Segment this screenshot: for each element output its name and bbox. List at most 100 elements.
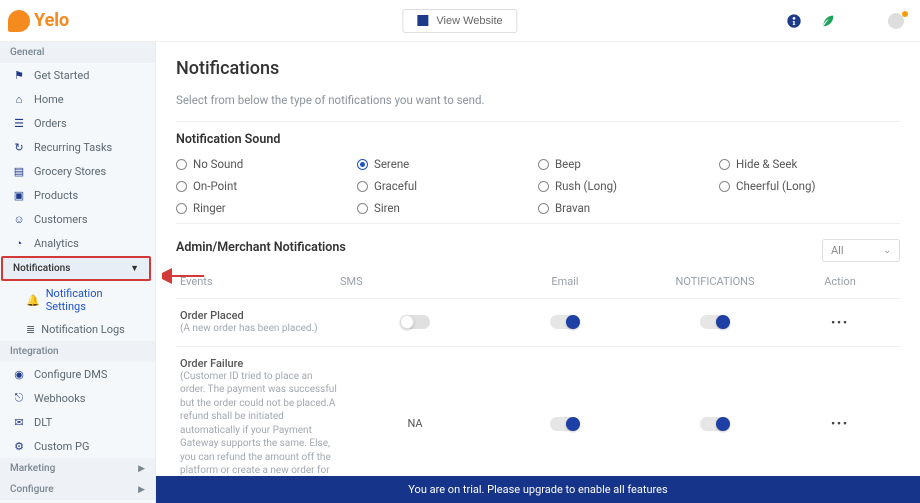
tour-icon[interactable] [786, 13, 802, 29]
radio-icon [357, 181, 368, 192]
sidebar-section-general: General [0, 42, 155, 63]
toggle[interactable] [400, 315, 430, 329]
sidebar-notifications-highlight: Notifications ▼ [1, 256, 151, 281]
brand: Yelo [8, 10, 69, 32]
event-title: Order Placed [180, 309, 340, 322]
notif-cell [640, 417, 790, 431]
webhooks-icon: ⎋ [12, 391, 26, 405]
sound-option[interactable]: Cheerful (Long) [719, 179, 900, 193]
sound-option[interactable]: No Sound [176, 157, 357, 171]
toggle[interactable] [700, 315, 730, 329]
logs-icon: ≣ [26, 323, 35, 336]
topbar-icons [786, 13, 904, 29]
flag-icon: ⚑ [12, 68, 26, 82]
sound-option-label: Siren [374, 201, 400, 215]
radio-icon [357, 159, 368, 170]
col-events: Events [180, 275, 340, 288]
sidebar-section-configure[interactable]: Configure ▶ [0, 479, 155, 500]
sound-option[interactable]: On-Point [176, 179, 357, 193]
radio-icon [538, 159, 549, 170]
notif-cell [640, 315, 790, 329]
email-cell [490, 417, 640, 431]
sound-option[interactable]: Beep [538, 157, 719, 171]
sidebar-sub-notification-settings[interactable]: 🔔 Notification Settings [0, 282, 155, 318]
radio-icon [719, 159, 730, 170]
sound-option-label: Graceful [374, 179, 417, 193]
event-cell: Order Placed(A new order has been placed… [180, 309, 340, 336]
action-menu-button[interactable]: ••• [790, 417, 890, 430]
sms-cell [340, 315, 490, 329]
sidebar-sub-notification-logs[interactable]: ≣ Notification Logs [0, 318, 155, 341]
email-cell [490, 315, 640, 329]
toggle[interactable] [700, 417, 730, 431]
sms-cell: NA [340, 417, 490, 430]
table-row: Order Placed(A new order has been placed… [176, 298, 900, 346]
sidebar-section-integration: Integration [0, 341, 155, 362]
dlt-icon: ✉ [12, 415, 26, 429]
sound-option-label: Bravan [555, 201, 590, 215]
sidebar-item-configure-dms[interactable]: ◉ Configure DMS [0, 362, 155, 386]
sidebar-item-recurring[interactable]: ↻ Recurring Tasks [0, 135, 155, 159]
sound-options: No Sound Serene Beep Hide & Seek On-Point Gra… [176, 157, 900, 215]
sound-option[interactable]: Serene [357, 157, 538, 171]
sidebar-item-dlt[interactable]: ✉ DLT [0, 410, 155, 434]
sound-option[interactable]: Hide & Seek [719, 157, 900, 171]
radio-icon [357, 203, 368, 214]
action-menu-button[interactable]: ••• [790, 316, 890, 329]
caret-right-icon: ▶ [138, 464, 145, 474]
toggle[interactable] [550, 315, 580, 329]
sound-option[interactable]: Graceful [357, 179, 538, 193]
website-icon [417, 15, 428, 26]
leaf-icon[interactable] [820, 13, 836, 29]
avatar-icon[interactable] [888, 13, 904, 29]
customers-icon: ☺ [12, 212, 26, 226]
trial-banner: You are on trial. Please upgrade to enab… [156, 476, 920, 503]
sidebar-item-notifications[interactable]: Notifications ▼ [3, 258, 149, 279]
filter-select[interactable]: All ⌄ [822, 239, 900, 262]
sound-option[interactable]: Ringer [176, 201, 357, 215]
sidebar-item-grocery[interactable]: ▤ Grocery Stores [0, 159, 155, 183]
apps-grid-icon[interactable] [854, 13, 870, 29]
brand-logo-icon [8, 10, 30, 32]
admin-heading: Admin/Merchant Notifications [176, 240, 346, 255]
toggle[interactable] [550, 417, 580, 431]
sidebar: General ⚑ Get Started ⌂ Home ☰ Orders ↻ … [0, 42, 156, 503]
sidebar-item-home[interactable]: ⌂ Home [0, 87, 155, 111]
bell-icon: 🔔 [26, 294, 40, 307]
sound-option-label: No Sound [193, 157, 243, 171]
col-notifications: NOTIFICATIONS [640, 275, 790, 288]
brand-name: Yelo [34, 10, 69, 31]
radio-icon [719, 181, 730, 192]
radio-icon [538, 181, 549, 192]
sidebar-item-customers[interactable]: ☺ Customers [0, 207, 155, 231]
sound-option[interactable]: Bravan [538, 201, 719, 215]
topbar: Yelo View Website [0, 0, 920, 42]
chevron-down-icon: ⌄ [883, 246, 891, 256]
col-sms: SMS [340, 275, 490, 288]
sidebar-item-webhooks[interactable]: ⎋ Webhooks [0, 386, 155, 410]
na-text: NA [407, 417, 422, 430]
sound-option-label: Ringer [193, 201, 226, 215]
page-title: Notifications [176, 58, 900, 79]
home-icon: ⌂ [12, 92, 26, 106]
divider [176, 223, 900, 224]
sidebar-item-get-started[interactable]: ⚑ Get Started [0, 63, 155, 87]
radio-icon [176, 181, 187, 192]
view-website-button[interactable]: View Website [402, 9, 517, 33]
sidebar-item-products[interactable]: ▣ Products [0, 183, 155, 207]
sidebar-item-custom-pg[interactable]: ⚙ Custom PG [0, 434, 155, 458]
sidebar-item-orders[interactable]: ☰ Orders [0, 111, 155, 135]
sound-option-label: Hide & Seek [736, 157, 797, 171]
sidebar-section-marketing[interactable]: Marketing ▶ [0, 458, 155, 479]
event-desc: (A new order has been placed.) [180, 322, 340, 336]
sound-option-label: Beep [555, 157, 581, 171]
event-cell: Order Failure(Customer ID tried to place… [180, 357, 340, 492]
event-title: Order Failure [180, 357, 340, 370]
sound-option[interactable]: Siren [357, 201, 538, 215]
radio-icon [176, 159, 187, 170]
divider [176, 121, 900, 122]
sidebar-item-analytics[interactable]: ◔ Analytics [0, 231, 155, 255]
orders-icon: ☰ [12, 116, 26, 130]
custompg-icon: ⚙ [12, 439, 26, 453]
sound-option[interactable]: Rush (Long) [538, 179, 719, 193]
